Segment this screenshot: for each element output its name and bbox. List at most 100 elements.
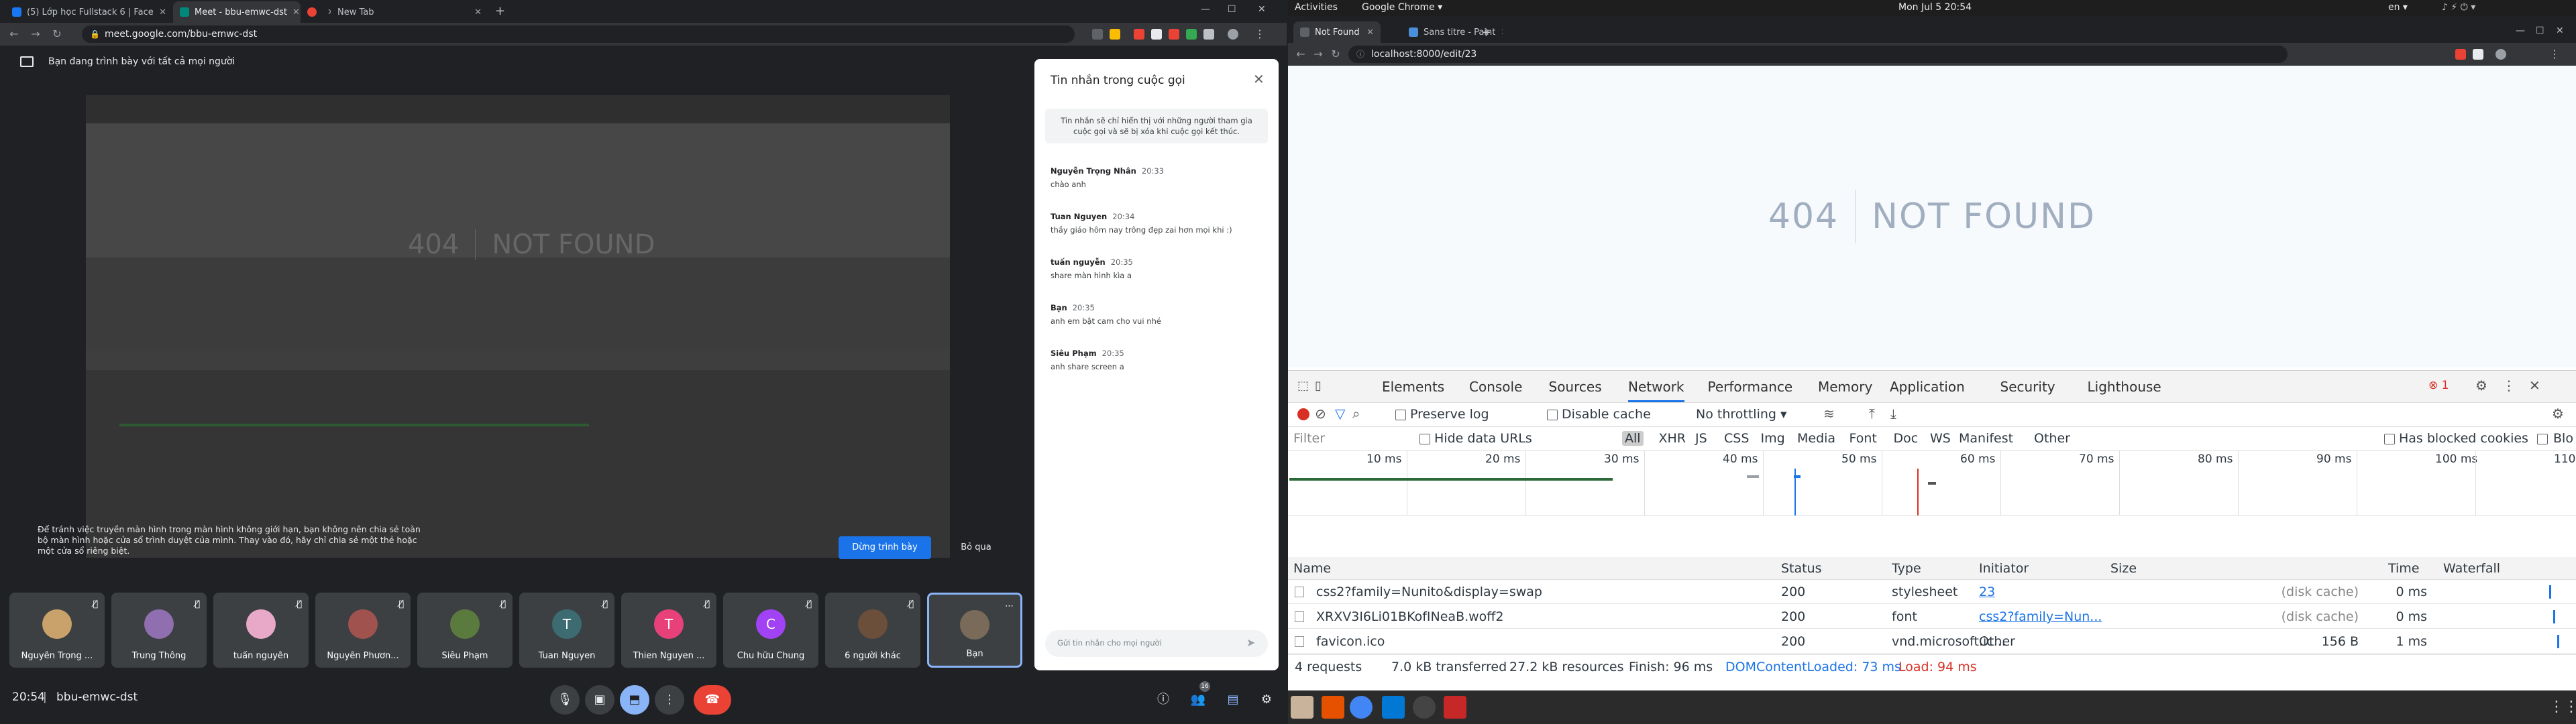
camera-icon[interactable]	[1092, 29, 1103, 40]
filter-xhr[interactable]: XHR	[1659, 431, 1686, 446]
profile-avatar[interactable]	[1228, 29, 1238, 40]
close-icon[interactable]: ✕	[1253, 71, 1265, 87]
tab-security[interactable]: Security	[2000, 379, 2055, 395]
filter-media[interactable]: Media	[1797, 431, 1835, 446]
tab-memory[interactable]: Memory	[1818, 379, 1872, 395]
system-tray-icons[interactable]: ♪ ⚡ ⏻ ▾	[2442, 2, 2475, 13]
blocked-cookies-checkbox[interactable]: Has blocked cookies	[2384, 431, 2528, 446]
column-header-status[interactable]: Status	[1781, 557, 1822, 580]
tab-console[interactable]: Console	[1469, 379, 1522, 395]
filter-input[interactable]: Filter	[1293, 430, 1387, 447]
column-header-size[interactable]: Size	[2110, 557, 2137, 580]
column-header-name[interactable]: Name	[1293, 557, 1331, 580]
camera-icon[interactable]: ▣	[585, 685, 614, 715]
participant-tile[interactable]: T 🎙̸ Tuan Nguyen	[519, 593, 614, 668]
new-tab-button[interactable]: +	[1481, 25, 1491, 40]
language-selector[interactable]: en ▾	[2388, 2, 2408, 13]
minimize-button[interactable]: —	[1201, 4, 1210, 15]
mic-icon[interactable]: 🎙	[550, 685, 580, 715]
activities-icon[interactable]: ⚙	[1252, 685, 1281, 715]
clear-icon[interactable]: ⊘	[1315, 406, 1326, 422]
puzzle-icon[interactable]	[1203, 29, 1214, 40]
reload-icon[interactable]: ↻	[1328, 47, 1343, 62]
tab-newtab[interactable]: New Tab ✕	[331, 1, 488, 23]
back-icon[interactable]: ←	[1293, 47, 1308, 62]
send-icon[interactable]: ➤	[1246, 636, 1255, 649]
forward-icon[interactable]: →	[28, 27, 43, 42]
extension-red-icon[interactable]	[2455, 49, 2466, 60]
filter-doc[interactable]: Doc	[1894, 431, 1919, 446]
forward-icon[interactable]: →	[1311, 47, 1326, 62]
network-settings-icon[interactable]: ⚙	[2552, 406, 2564, 422]
minimize-button[interactable]: —	[2516, 25, 2525, 36]
tab-application[interactable]: Application	[1890, 379, 1965, 395]
filter-manifest[interactable]: Manifest	[1959, 431, 2013, 446]
column-header-waterfall[interactable]: Waterfall	[2443, 557, 2500, 580]
address-bar[interactable]: 🔒 meet.google.com/bbu-emwc-dst	[82, 25, 1075, 43]
close-icon[interactable]: ✕	[292, 7, 300, 17]
menu-icon[interactable]: ⋮	[1254, 29, 1265, 40]
github-icon[interactable]	[1413, 696, 1436, 719]
stop-presenting-button[interactable]: Dừng trình bày	[839, 536, 931, 559]
participant-tile[interactable]: 🎙̸ tuấn nguyễn	[213, 593, 309, 668]
chat-icon[interactable]: ▤	[1218, 685, 1248, 715]
filter-other[interactable]: Other	[2034, 431, 2070, 446]
settings-icon[interactable]: ⚙	[2475, 377, 2487, 394]
device-toolbar-icon[interactable]: ▯	[1315, 379, 1322, 393]
puzzle-icon[interactable]	[2473, 49, 2483, 60]
cell-initiator[interactable]: 23	[1979, 580, 1995, 604]
app-menu[interactable]: Google Chrome ▾	[1362, 2, 1442, 13]
column-header-initiator[interactable]: Initiator	[1979, 557, 2029, 580]
dismiss-button[interactable]: Bỏ qua	[953, 536, 1000, 559]
tab-elements[interactable]: Elements	[1382, 379, 1444, 395]
participant-tile[interactable]: 🎙̸ Trung Thông	[111, 593, 207, 668]
app-icon[interactable]	[1444, 696, 1466, 719]
app-grid-icon[interactable]: ⋮⋮	[2549, 696, 2576, 719]
column-header-type[interactable]: Type	[1892, 557, 1921, 580]
filter-all[interactable]: All	[1622, 431, 1644, 446]
tab-network[interactable]: Network	[1628, 379, 1684, 402]
more-options-icon[interactable]: ⋮	[655, 685, 684, 715]
tab-performance[interactable]: Performance	[1708, 379, 1793, 395]
export-icon[interactable]: ⤓	[1890, 406, 1896, 422]
tab-not-found[interactable]: Not Found ✕	[1293, 21, 1381, 43]
tab-facebook[interactable]: (5) Lớp học Fullstack 6 | Face ✕	[5, 1, 173, 23]
tab-lighthouse[interactable]: Lighthouse	[2088, 379, 2161, 395]
star-icon[interactable]	[1110, 29, 1120, 40]
profile-avatar[interactable]	[2496, 49, 2506, 60]
close-icon[interactable]: ✕	[474, 7, 482, 17]
chat-input[interactable]: Gửi tin nhắn cho mọi người ➤	[1045, 630, 1268, 657]
back-icon[interactable]: ←	[7, 27, 21, 42]
participant-tile[interactable]: 🎙̸ Nguyễn Trọng ...	[9, 593, 105, 668]
blocked-requests-checkbox[interactable]	[2537, 431, 2552, 446]
window-close-button[interactable]: ✕	[2556, 25, 2564, 36]
close-icon[interactable]: ✕	[1501, 27, 1503, 38]
new-tab-button[interactable]: +	[495, 4, 505, 18]
participant-tile[interactable]: 🎙̸ Siêu Phạm	[417, 593, 513, 668]
files-icon[interactable]	[1291, 696, 1313, 719]
sublime-icon[interactable]	[1322, 696, 1344, 719]
close-devtools-icon[interactable]: ✕	[2529, 377, 2540, 394]
table-row[interactable]: css2?family=Nunito&display=swap 200 styles…	[1288, 580, 2576, 604]
filter-js[interactable]: JS	[1695, 431, 1707, 446]
filter-icon[interactable]: ▽	[1335, 406, 1345, 422]
reload-icon[interactable]: ↻	[50, 27, 64, 42]
participant-tile[interactable]: C 🎙̸ Chu hữu Chung	[723, 593, 818, 668]
vscode-icon[interactable]	[1382, 696, 1405, 719]
extension-red-icon[interactable]	[1134, 29, 1144, 40]
cell-initiator[interactable]: Other	[1979, 629, 2015, 654]
participant-tile[interactable]: 🎙̸ 6 người khác	[825, 593, 920, 668]
system-clock[interactable]: Mon Jul 5 20:54	[1898, 2, 1972, 13]
activities-button[interactable]: Activities	[1295, 2, 1338, 13]
preserve-log-checkbox[interactable]: Preserve log	[1395, 407, 1489, 422]
search-icon[interactable]: ⌕	[1352, 406, 1360, 422]
import-icon[interactable]: ⤒	[1869, 406, 1875, 422]
maximize-button[interactable]: ☐	[1228, 4, 1236, 15]
column-header-time[interactable]: Time	[2388, 557, 2420, 580]
tab-recording[interactable]: ✕	[301, 1, 331, 23]
info-icon[interactable]: ⓘ	[1148, 685, 1178, 715]
participant-tile[interactable]: 🎙̸ Nguyễn Phươn...	[315, 593, 411, 668]
address-bar[interactable]: ⓘ localhost:8000/edit/23	[1348, 46, 2288, 63]
present-button[interactable]: ⬒	[620, 685, 649, 715]
inspect-icon[interactable]: ⬚	[1297, 379, 1309, 393]
